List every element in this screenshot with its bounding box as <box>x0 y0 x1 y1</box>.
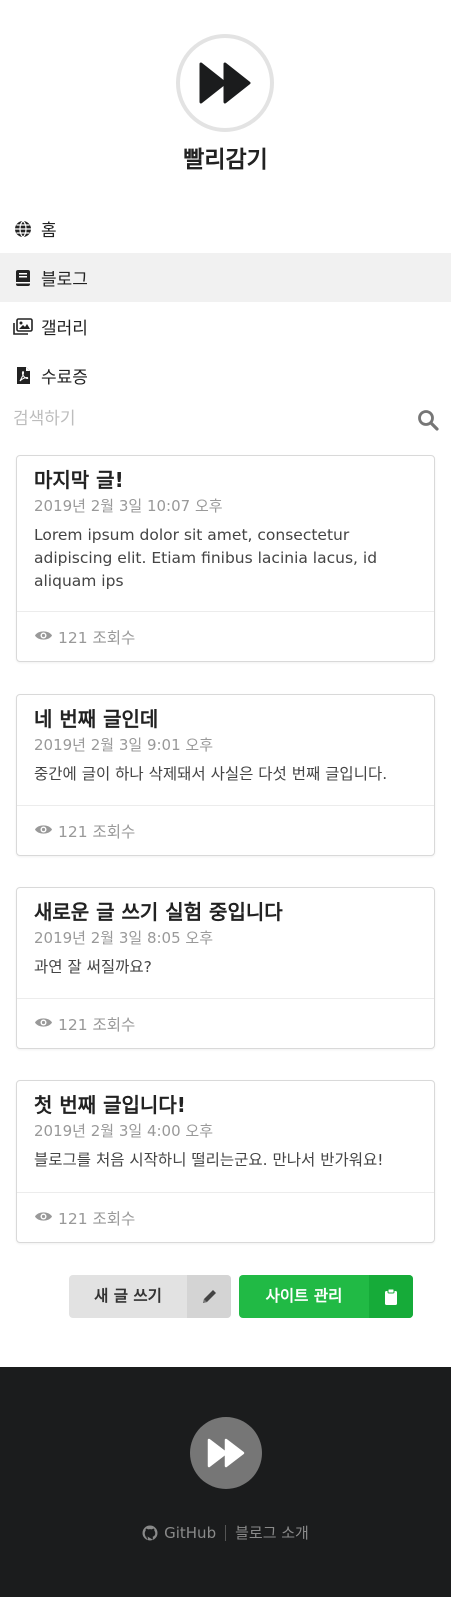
action-buttons: 새 글 쓰기 사이트 관리 <box>0 1275 451 1318</box>
post-card[interactable]: 새로운 글 쓰기 실험 중입니다 2019년 2월 3일 8:05 오후 과연 … <box>16 887 435 1049</box>
eye-icon <box>34 821 53 840</box>
footer-links: GitHub 블로그 소개 <box>0 1522 451 1543</box>
pdf-file-icon <box>13 366 33 386</box>
post-excerpt: 중간에 글이 하나 삭제돼서 사실은 다섯 번째 글입니다. <box>34 765 388 783</box>
post-title[interactable]: 첫 번째 글입니다! <box>34 1091 417 1119</box>
nav-item-label: 갤러리 <box>41 319 88 339</box>
nav-item-gallery[interactable]: 갤러리 <box>0 302 451 351</box>
view-count: 121 조회수 <box>58 628 136 647</box>
nav-item-label: 홈 <box>41 221 57 241</box>
post-footer: 121 조회수 <box>17 998 434 1048</box>
nav-item-home[interactable]: 홈 <box>0 204 451 253</box>
eye-icon <box>34 627 53 646</box>
post-title[interactable]: 마지막 글! <box>34 466 417 494</box>
post-footer: 121 조회수 <box>17 611 434 661</box>
clipboard-icon <box>369 1275 413 1318</box>
github-icon <box>142 1525 158 1541</box>
post-title[interactable]: 새로운 글 쓰기 실험 중입니다 <box>34 898 417 926</box>
nav-item-label: 수료증 <box>41 368 88 388</box>
images-icon <box>13 317 33 337</box>
post-footer: 121 조회수 <box>17 1192 434 1242</box>
github-link[interactable]: GitHub <box>142 1524 216 1542</box>
write-post-label: 새 글 쓰기 <box>94 1287 162 1305</box>
github-label: GitHub <box>164 1523 217 1542</box>
view-count: 121 조회수 <box>58 1015 136 1034</box>
view-count: 121 조회수 <box>58 1209 136 1228</box>
book-icon <box>13 268 33 288</box>
post-excerpt: 블로그를 처음 시작하니 떨리는군요. 만나서 반가워요! <box>34 1151 384 1169</box>
search-input[interactable] <box>13 404 403 434</box>
pencil-icon <box>187 1275 231 1318</box>
search-icon[interactable] <box>417 409 439 435</box>
nav-item-label: 블로그 <box>41 270 88 290</box>
post-footer: 121 조회수 <box>17 805 434 855</box>
site-footer: GitHub 블로그 소개 <box>0 1367 451 1597</box>
about-blog-link[interactable]: 블로그 소개 <box>235 1522 309 1543</box>
write-post-button[interactable]: 새 글 쓰기 <box>69 1275 231 1318</box>
nav-item-blog[interactable]: 블로그 <box>0 253 451 302</box>
post-date: 2019년 2월 3일 8:05 오후 <box>34 929 214 947</box>
eye-icon <box>34 1014 53 1033</box>
site-admin-label: 사이트 관리 <box>265 1287 343 1305</box>
post-date: 2019년 2월 3일 4:00 오후 <box>34 1122 214 1140</box>
fast-forward-logo-icon[interactable] <box>190 1417 262 1489</box>
post-excerpt: Lorem ipsum dolor sit amet, consectetur … <box>34 526 378 590</box>
post-title[interactable]: 네 번째 글인데 <box>34 705 417 733</box>
post-card[interactable]: 마지막 글! 2019년 2월 3일 10:07 오후 Lorem ipsum … <box>16 455 435 662</box>
view-count: 121 조회수 <box>58 822 136 841</box>
globe-icon <box>13 219 33 239</box>
post-card[interactable]: 네 번째 글인데 2019년 2월 3일 9:01 오후 중간에 글이 하나 삭… <box>16 694 435 856</box>
main-nav: 홈 블로그 갤러리 수료증 <box>0 204 451 400</box>
search-bar <box>0 400 451 440</box>
footer-divider <box>225 1524 227 1541</box>
post-date: 2019년 2월 3일 9:01 오후 <box>34 736 214 754</box>
post-card[interactable]: 첫 번째 글입니다! 2019년 2월 3일 4:00 오후 블로그를 처음 시… <box>16 1080 435 1243</box>
eye-icon <box>34 1208 53 1227</box>
post-date: 2019년 2월 3일 10:07 오후 <box>34 497 223 515</box>
fast-forward-logo-icon[interactable] <box>176 34 274 132</box>
nav-item-certificates[interactable]: 수료증 <box>0 351 451 400</box>
site-admin-button[interactable]: 사이트 관리 <box>239 1275 413 1318</box>
site-title[interactable]: 빨리감기 <box>0 140 451 174</box>
post-excerpt: 과연 잘 써질까요? <box>34 958 152 976</box>
site-header: 빨리감기 <box>0 0 451 188</box>
